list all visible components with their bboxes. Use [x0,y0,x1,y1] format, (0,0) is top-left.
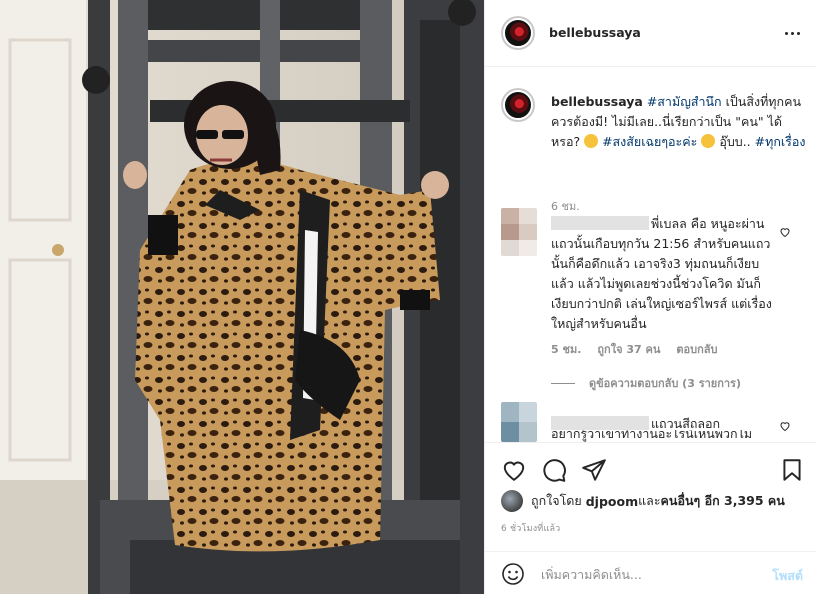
share-icon[interactable] [581,457,607,483]
comments-section[interactable]: bellebussaya #สามัญสำนึก เป็นสิ่งที่ทุกค… [485,68,816,442]
comment-icon[interactable] [541,457,567,483]
emoji-icon[interactable] [501,562,525,586]
liker-username[interactable]: djpoom [586,494,638,509]
caption-avatar[interactable] [501,88,535,122]
comment-item: แถวนสีถลอก อยากรู้ว่าเขาทำงานอะไรนี่เห็น… [501,402,801,442]
comment-text: แถวนสีถลอก [651,416,721,431]
blurred-username[interactable] [551,216,649,230]
comment-like-heart-icon[interactable] [779,226,791,238]
comment-item: พี่เบลล คือ หนูอะผ่านแถวนั้นเกือบทุกวัน … [501,208,801,358]
header-avatar[interactable] [501,16,535,50]
view-replies-label: ดูข้อความตอบกลับ (3 รายการ) [589,377,741,390]
likes-summary: ถูกใจโดย djpoom และ คนอื่นๆ อีก 3,395 คน [501,490,785,512]
post-actions: ถูกใจโดย djpoom และ คนอื่นๆ อีก 3,395 คน… [485,442,816,594]
comment-like-heart-icon[interactable] [779,420,791,432]
caption-text: อุ๊บบ.. [715,134,751,149]
hashtag-link[interactable]: #สามัญสำนึก [647,94,722,109]
comment-timestamp[interactable]: 5 ชม. [551,340,581,358]
header-username[interactable]: bellebussaya [549,25,641,40]
comment-text-cutoff: อยากรู้ว่าเขาทำงานอะไรนี่เห็นพวกไม่ [551,430,753,441]
post-side-panel: bellebussaya bellebussaya #สามัญสำนึก เป… [484,0,816,594]
thinking-emoji-icon [584,134,599,148]
add-comment-bar: โพสต์ [485,551,816,594]
blurred-avatar[interactable] [501,402,537,442]
likes-others-link[interactable]: คนอื่นๆ อีก 3,395 คน [661,491,785,511]
post-photo[interactable] [0,0,484,594]
blurred-username[interactable] [551,416,649,430]
liker-avatar[interactable] [501,490,523,512]
post-timestamp[interactable]: 6 ชั่วโมงที่แล้ว [501,521,560,535]
likes-prefix: ถูกใจโดย [531,493,582,508]
photo-illustration [0,0,484,594]
view-replies-button[interactable]: ดูข้อความตอบกลับ (3 รายการ) [551,374,741,392]
bookmark-icon[interactable] [779,457,805,483]
comment-likes-count[interactable]: ถูกใจ 37 คน [597,340,660,358]
more-icon[interactable] [781,22,803,44]
smirk-emoji-icon [701,134,716,148]
blurred-avatar[interactable] [501,208,537,256]
caption-username[interactable]: bellebussaya [551,94,643,109]
hashtag-link[interactable]: #ทุกเรื่อง [755,134,806,149]
post-header: bellebussaya [485,0,816,67]
comment-text: พี่เบลล คือ หนูอะผ่านแถวนั้นเกือบทุกวัน … [551,216,772,331]
post-button[interactable]: โพสต์ [772,566,803,586]
likes-middle: และ [638,493,661,508]
hashtag-link[interactable]: #สงสัยเฉยๆอะค่ะ [602,134,697,149]
reply-button[interactable]: ตอบกลับ [676,340,717,358]
heart-icon[interactable] [501,457,527,483]
comment-input[interactable] [541,564,751,584]
